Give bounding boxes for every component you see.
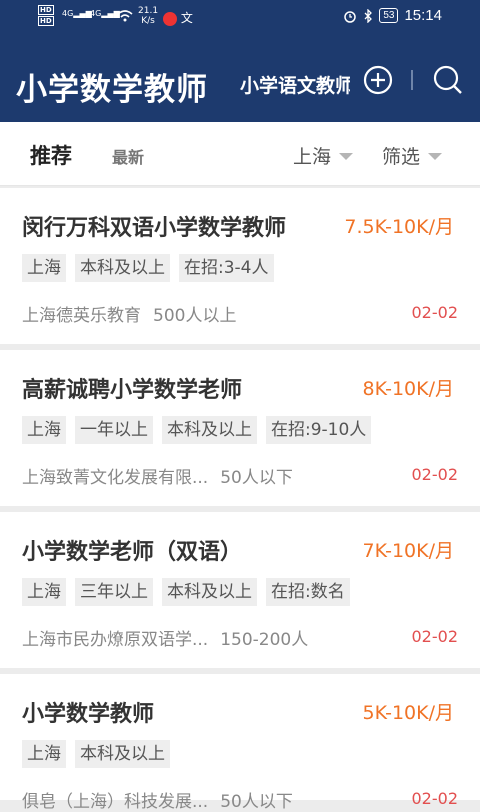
network-speed: 21.1 K/s — [138, 6, 159, 26]
job-title: 小学数学老师（双语） — [22, 540, 243, 565]
filter-bar: 推荐 最新 上海 筛选 — [0, 122, 480, 186]
job-date: 02-02 — [411, 789, 459, 808]
job-tags: 上海 本科及以上 — [22, 740, 170, 768]
signal-icon-2: 4G▂▄▆ — [90, 9, 120, 18]
job-tag: 本科及以上 — [162, 578, 257, 606]
chevron-down-icon — [428, 153, 443, 160]
job-tag: 上海 — [22, 254, 66, 282]
status-bar: HD HD 4G▂▄▆ 4G▂▄▆ 21.1 K/s 文 53 15:14 — [0, 0, 480, 36]
city-filter[interactable]: 上海 — [293, 142, 354, 169]
job-card[interactable]: 小学数学老师（双语） 7K-10K/月 上海 三年以上 本科及以上 在招:数名 … — [0, 512, 480, 668]
tab-latest[interactable]: 最新 — [112, 144, 144, 168]
signal-icon: 4G▂▄▆ — [62, 9, 92, 18]
chevron-down-icon — [339, 153, 354, 160]
job-tags: 上海 一年以上 本科及以上 在招:9-10人 — [22, 416, 372, 444]
job-card[interactable]: 闵行万科双语小学数学教师 7.5K-10K/月 上海 本科及以上 在招:3-4人… — [0, 188, 480, 344]
tab-recommend[interactable]: 推荐 — [30, 140, 72, 170]
job-tags: 上海 三年以上 本科及以上 在招:数名 — [22, 578, 350, 606]
notification-icons: 文 — [163, 9, 193, 26]
page-title: 小学数学教师 — [16, 72, 208, 108]
job-card[interactable]: 高薪诚聘小学数学老师 8K-10K/月 上海 一年以上 本科及以上 在招:9-1… — [0, 350, 480, 506]
job-salary: 7K-10K/月 — [362, 540, 454, 562]
job-tag: 一年以上 — [75, 416, 153, 444]
job-title: 小学数学教师 — [22, 702, 155, 727]
company-name: 俱皂（上海）科技发展... — [22, 792, 209, 812]
company-info: 上海市民办燎原双语学... 150-200人 — [22, 625, 308, 650]
job-tag: 本科及以上 — [75, 254, 170, 282]
job-tag: 上海 — [22, 578, 66, 606]
job-tags: 上海 本科及以上 在招:3-4人 — [22, 254, 274, 282]
battery-icon: 53 — [379, 8, 399, 23]
tab-chinese-teacher[interactable]: 小学语文教师 — [240, 71, 350, 98]
job-tag: 三年以上 — [75, 578, 153, 606]
job-date: 02-02 — [411, 627, 459, 646]
job-tag: 上海 — [22, 740, 66, 768]
company-info: 上海致菁文化发展有限... 50人以下 — [22, 463, 293, 488]
company-size: 50人以下 — [220, 468, 293, 488]
bluetooth-icon — [364, 8, 373, 23]
company-name: 上海德英乐教育 — [22, 306, 141, 326]
header-divider — [411, 70, 413, 90]
company-size: 150-200人 — [220, 630, 309, 650]
hd-indicator: HD HD — [38, 5, 54, 27]
job-title: 高薪诚聘小学数学老师 — [22, 378, 243, 403]
job-tag: 本科及以上 — [162, 416, 257, 444]
job-card[interactable]: 小学数学教师 5K-10K/月 上海 本科及以上 俱皂（上海）科技发展... 50… — [0, 674, 480, 812]
clock: 15:14 — [404, 7, 442, 24]
alarm-icon — [344, 10, 357, 23]
company-name: 上海致菁文化发展有限... — [22, 468, 209, 488]
text-app-icon: 文 — [180, 11, 193, 25]
job-salary: 7.5K-10K/月 — [344, 216, 454, 238]
job-tag: 在招:9-10人 — [266, 416, 372, 444]
job-tag: 在招:3-4人 — [179, 254, 274, 282]
app-notification-icon — [163, 11, 177, 26]
job-date: 02-02 — [411, 465, 459, 484]
company-name: 上海市民办燎原双语学... — [22, 630, 209, 650]
add-icon[interactable] — [362, 64, 394, 96]
more-filter[interactable]: 筛选 — [382, 142, 443, 169]
job-date: 02-02 — [411, 303, 459, 322]
app-header: 小学数学教师 小学语文教师 — [0, 36, 480, 122]
company-size: 500人以上 — [153, 306, 237, 326]
hd1-label: HD — [38, 5, 54, 15]
status-right: 53 15:14 — [343, 7, 442, 24]
search-icon[interactable] — [432, 64, 464, 96]
job-tag: 在招:数名 — [266, 578, 350, 606]
company-size: 50人以下 — [220, 792, 293, 812]
company-info: 上海德英乐教育 500人以上 — [22, 301, 236, 326]
wifi-icon — [117, 10, 133, 22]
job-salary: 8K-10K/月 — [362, 378, 454, 400]
hd2-label: HD — [38, 16, 54, 26]
more-filter-label: 筛选 — [382, 146, 421, 168]
job-salary: 5K-10K/月 — [362, 702, 454, 724]
job-tag: 本科及以上 — [75, 740, 170, 768]
job-title: 闵行万科双语小学数学教师 — [22, 216, 287, 241]
city-filter-label: 上海 — [293, 146, 332, 168]
job-tag: 上海 — [22, 416, 66, 444]
